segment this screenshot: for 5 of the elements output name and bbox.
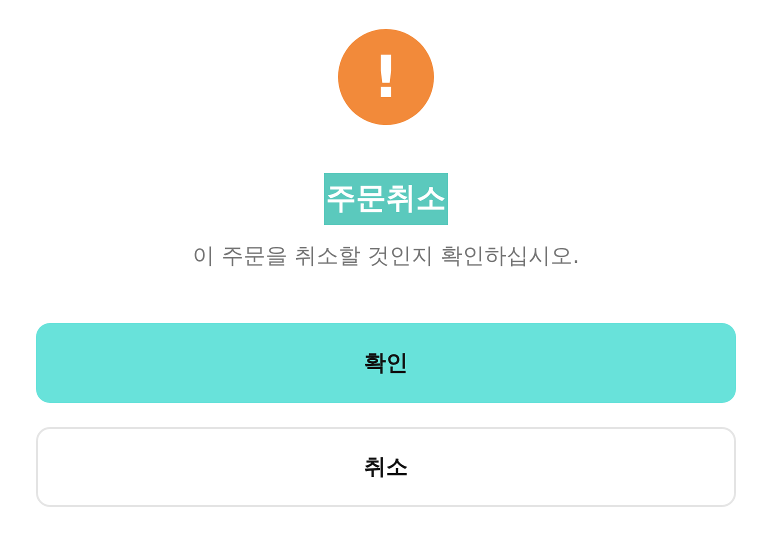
dialog-title: 주문취소 bbox=[324, 173, 448, 225]
confirm-button[interactable]: 확인 bbox=[36, 323, 736, 403]
dialog-message: 이 주문을 취소할 것인지 확인하십시오. bbox=[192, 243, 580, 271]
alert-icon: ! bbox=[338, 29, 434, 125]
cancel-button[interactable]: 취소 bbox=[36, 427, 736, 507]
